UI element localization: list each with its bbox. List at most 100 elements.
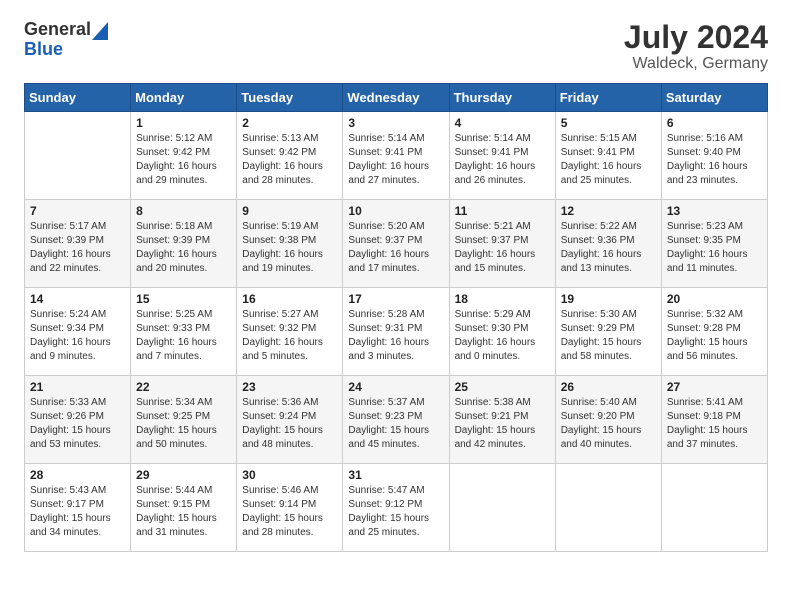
day-number: 28 bbox=[30, 468, 125, 482]
calendar-cell: 8 Sunrise: 5:18 AM Sunset: 9:39 PM Daylig… bbox=[131, 200, 237, 288]
calendar-cell: 26Sunrise: 5:40 AM Sunset: 9:20 PM Dayli… bbox=[555, 376, 661, 464]
calendar-cell bbox=[449, 464, 555, 552]
calendar-cell: 7 Sunrise: 5:17 AM Sunset: 9:39 PM Daylig… bbox=[25, 200, 131, 288]
day-number: 8 bbox=[136, 204, 231, 218]
calendar-cell: 17 Sunrise: 5:28 AM Sunset: 9:31 PM Dayli… bbox=[343, 288, 449, 376]
calendar-cell: 31 Sunrise: 5:47 AM Sunset: 9:12 PM Dayli… bbox=[343, 464, 449, 552]
day-number: 5 bbox=[561, 116, 656, 130]
day-header-friday: Friday bbox=[555, 84, 661, 112]
day-number: 31 bbox=[348, 468, 443, 482]
calendar-cell: 22 Sunrise: 5:34 AM Sunset: 9:25 PM Dayli… bbox=[131, 376, 237, 464]
calendar-cell bbox=[661, 464, 767, 552]
day-number: 25 bbox=[455, 380, 550, 394]
day-number: 10 bbox=[348, 204, 443, 218]
day-header-sunday: Sunday bbox=[25, 84, 131, 112]
calendar-cell: 19 Sunrise: 5:30 AM Sunset: 9:29 PM Dayli… bbox=[555, 288, 661, 376]
calendar-cell: 9 Sunrise: 5:19 AM Sunset: 9:38 PM Daylig… bbox=[237, 200, 343, 288]
day-info: Sunrise: 5:20 AM Sunset: 9:37 PM Dayligh… bbox=[348, 220, 443, 276]
day-number: 29 bbox=[136, 468, 231, 482]
day-info: Sunrise: 5:25 AM Sunset: 9:33 PM Dayligh… bbox=[136, 308, 231, 364]
day-info: Sunrise: 5:22 AM Sunset: 9:36 PM Dayligh… bbox=[561, 220, 656, 276]
day-number: 14 bbox=[30, 292, 125, 306]
calendar-cell: 13Sunrise: 5:23 AM Sunset: 9:35 PM Dayli… bbox=[661, 200, 767, 288]
calendar-title: July 2024 bbox=[624, 20, 768, 55]
day-info: Sunrise: 5:23 AM Sunset: 9:35 PM Dayligh… bbox=[667, 220, 762, 276]
calendar-cell: 25 Sunrise: 5:38 AM Sunset: 9:21 PM Dayli… bbox=[449, 376, 555, 464]
calendar-cell: 1Sunrise: 5:12 AM Sunset: 9:42 PM Daylig… bbox=[131, 112, 237, 200]
day-info: Sunrise: 5:14 AM Sunset: 9:41 PM Dayligh… bbox=[348, 132, 443, 188]
day-number: 6 bbox=[667, 116, 762, 130]
day-info: Sunrise: 5:13 AM Sunset: 9:42 PM Dayligh… bbox=[242, 132, 337, 188]
day-number: 4 bbox=[455, 116, 550, 130]
calendar-cell: 5 Sunrise: 5:15 AM Sunset: 9:41 PM Daylig… bbox=[555, 112, 661, 200]
day-info: Sunrise: 5:30 AM Sunset: 9:29 PM Dayligh… bbox=[561, 308, 656, 364]
calendar-cell: 18Sunrise: 5:29 AM Sunset: 9:30 PM Dayli… bbox=[449, 288, 555, 376]
day-info: Sunrise: 5:44 AM Sunset: 9:15 PM Dayligh… bbox=[136, 484, 231, 540]
day-number: 27 bbox=[667, 380, 762, 394]
calendar-week-row: 21Sunrise: 5:33 AM Sunset: 9:26 PM Dayli… bbox=[25, 376, 768, 464]
day-info: Sunrise: 5:24 AM Sunset: 9:34 PM Dayligh… bbox=[30, 308, 125, 364]
day-info: Sunrise: 5:18 AM Sunset: 9:39 PM Dayligh… bbox=[136, 220, 231, 276]
calendar-cell: 29 Sunrise: 5:44 AM Sunset: 9:15 PM Dayli… bbox=[131, 464, 237, 552]
day-header-monday: Monday bbox=[131, 84, 237, 112]
day-number: 23 bbox=[242, 380, 337, 394]
calendar-week-row: 14 Sunrise: 5:24 AM Sunset: 9:34 PM Dayli… bbox=[25, 288, 768, 376]
calendar-cell: 16Sunrise: 5:27 AM Sunset: 9:32 PM Dayli… bbox=[237, 288, 343, 376]
day-info: Sunrise: 5:27 AM Sunset: 9:32 PM Dayligh… bbox=[242, 308, 337, 364]
day-info: Sunrise: 5:19 AM Sunset: 9:38 PM Dayligh… bbox=[242, 220, 337, 276]
calendar-cell: 23 Sunrise: 5:36 AM Sunset: 9:24 PM Dayli… bbox=[237, 376, 343, 464]
day-info: Sunrise: 5:36 AM Sunset: 9:24 PM Dayligh… bbox=[242, 396, 337, 452]
day-header-tuesday: Tuesday bbox=[237, 84, 343, 112]
calendar-cell bbox=[25, 112, 131, 200]
day-number: 30 bbox=[242, 468, 337, 482]
day-number: 1 bbox=[136, 116, 231, 130]
calendar-cell: 21Sunrise: 5:33 AM Sunset: 9:26 PM Dayli… bbox=[25, 376, 131, 464]
logo-general-text: General bbox=[24, 20, 91, 40]
day-header-wednesday: Wednesday bbox=[343, 84, 449, 112]
calendar-cell: 3 Sunrise: 5:14 AM Sunset: 9:41 PM Daylig… bbox=[343, 112, 449, 200]
calendar-cell: 2 Sunrise: 5:13 AM Sunset: 9:42 PM Daylig… bbox=[237, 112, 343, 200]
calendar-cell: 11Sunrise: 5:21 AM Sunset: 9:37 PM Dayli… bbox=[449, 200, 555, 288]
day-number: 22 bbox=[136, 380, 231, 394]
day-info: Sunrise: 5:41 AM Sunset: 9:18 PM Dayligh… bbox=[667, 396, 762, 452]
day-info: Sunrise: 5:17 AM Sunset: 9:39 PM Dayligh… bbox=[30, 220, 125, 276]
day-number: 7 bbox=[30, 204, 125, 218]
day-number: 20 bbox=[667, 292, 762, 306]
day-info: Sunrise: 5:47 AM Sunset: 9:12 PM Dayligh… bbox=[348, 484, 443, 540]
day-info: Sunrise: 5:28 AM Sunset: 9:31 PM Dayligh… bbox=[348, 308, 443, 364]
calendar-subtitle: Waldeck, Germany bbox=[624, 55, 768, 73]
day-header-thursday: Thursday bbox=[449, 84, 555, 112]
logo: General Blue bbox=[24, 20, 108, 60]
day-number: 3 bbox=[348, 116, 443, 130]
logo-triangle-icon bbox=[92, 22, 108, 40]
calendar-cell: 4 Sunrise: 5:14 AM Sunset: 9:41 PM Daylig… bbox=[449, 112, 555, 200]
calendar-cell: 20Sunrise: 5:32 AM Sunset: 9:28 PM Dayli… bbox=[661, 288, 767, 376]
day-info: Sunrise: 5:38 AM Sunset: 9:21 PM Dayligh… bbox=[455, 396, 550, 452]
day-number: 2 bbox=[242, 116, 337, 130]
calendar-header-row: SundayMondayTuesdayWednesdayThursdayFrid… bbox=[25, 84, 768, 112]
day-info: Sunrise: 5:16 AM Sunset: 9:40 PM Dayligh… bbox=[667, 132, 762, 188]
calendar-week-row: 7 Sunrise: 5:17 AM Sunset: 9:39 PM Daylig… bbox=[25, 200, 768, 288]
page: General Blue July 2024 Waldeck, Germany … bbox=[0, 0, 792, 572]
day-number: 9 bbox=[242, 204, 337, 218]
calendar-week-row: 1Sunrise: 5:12 AM Sunset: 9:42 PM Daylig… bbox=[25, 112, 768, 200]
calendar-cell bbox=[555, 464, 661, 552]
day-number: 26 bbox=[561, 380, 656, 394]
day-number: 19 bbox=[561, 292, 656, 306]
day-info: Sunrise: 5:15 AM Sunset: 9:41 PM Dayligh… bbox=[561, 132, 656, 188]
day-number: 11 bbox=[455, 204, 550, 218]
day-number: 12 bbox=[561, 204, 656, 218]
day-info: Sunrise: 5:37 AM Sunset: 9:23 PM Dayligh… bbox=[348, 396, 443, 452]
calendar-cell: 14 Sunrise: 5:24 AM Sunset: 9:34 PM Dayli… bbox=[25, 288, 131, 376]
title-block: July 2024 Waldeck, Germany bbox=[624, 20, 768, 73]
calendar-cell: 12 Sunrise: 5:22 AM Sunset: 9:36 PM Dayli… bbox=[555, 200, 661, 288]
day-info: Sunrise: 5:34 AM Sunset: 9:25 PM Dayligh… bbox=[136, 396, 231, 452]
day-number: 18 bbox=[455, 292, 550, 306]
day-info: Sunrise: 5:33 AM Sunset: 9:26 PM Dayligh… bbox=[30, 396, 125, 452]
calendar-cell: 27 Sunrise: 5:41 AM Sunset: 9:18 PM Dayli… bbox=[661, 376, 767, 464]
day-info: Sunrise: 5:14 AM Sunset: 9:41 PM Dayligh… bbox=[455, 132, 550, 188]
day-number: 17 bbox=[348, 292, 443, 306]
calendar-cell: 30Sunrise: 5:46 AM Sunset: 9:14 PM Dayli… bbox=[237, 464, 343, 552]
day-number: 15 bbox=[136, 292, 231, 306]
calendar-week-row: 28Sunrise: 5:43 AM Sunset: 9:17 PM Dayli… bbox=[25, 464, 768, 552]
